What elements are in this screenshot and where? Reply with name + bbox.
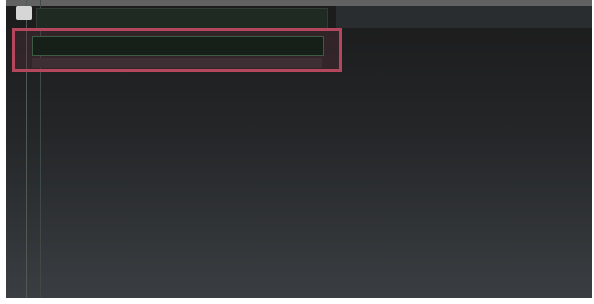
page-bottom-edge xyxy=(0,298,594,304)
list-row-label xyxy=(43,40,193,52)
list-row-placeholder[interactable] xyxy=(32,58,322,68)
list-row-selected[interactable] xyxy=(32,36,324,56)
app-window xyxy=(6,0,592,298)
file-icon[interactable] xyxy=(16,6,32,20)
list-row[interactable] xyxy=(36,8,328,30)
right-pane-header xyxy=(336,6,592,28)
list-row-label xyxy=(51,12,201,24)
